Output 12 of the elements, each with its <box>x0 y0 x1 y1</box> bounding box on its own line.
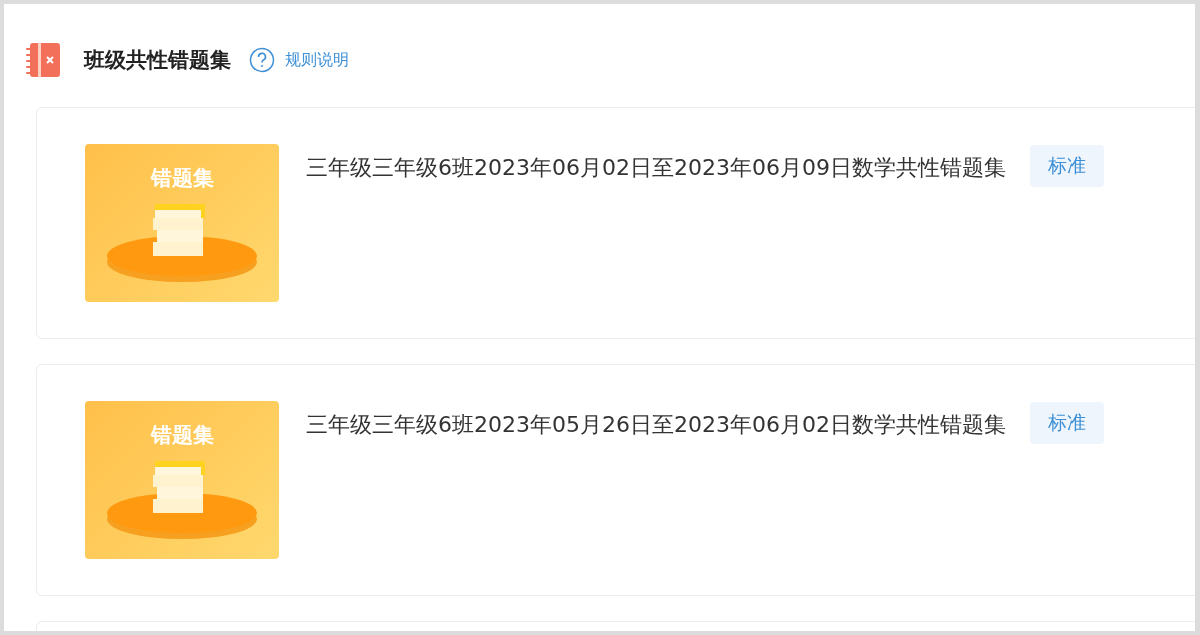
collection-card[interactable]: 错题集 三年级三年级6班2023年05月26日至2023年06月02日数学共性错题集 标准 <box>36 364 1195 596</box>
collection-card[interactable]: 错题集 三年级三年级6班2023年06月02日至2023年06月09日数学共性错题集 标准 <box>36 107 1195 339</box>
help-icon <box>249 47 275 73</box>
cover-title: 错题集 <box>149 422 215 449</box>
standard-tag: 标准 <box>1029 145 1104 187</box>
cover-title: 错题集 <box>149 165 215 192</box>
page-title: 班级共性错题集 <box>84 47 231 74</box>
notebook-icon <box>24 41 62 79</box>
collection-title: 三年级三年级6班2023年06月02日至2023年06月09日数学共性错题集 <box>306 154 1006 182</box>
rules-link[interactable]: 规则说明 <box>249 47 349 73</box>
collection-title: 三年级三年级6班2023年05月26日至2023年06月02日数学共性错题集 <box>306 411 1006 439</box>
standard-tag: 标准 <box>1029 402 1104 444</box>
